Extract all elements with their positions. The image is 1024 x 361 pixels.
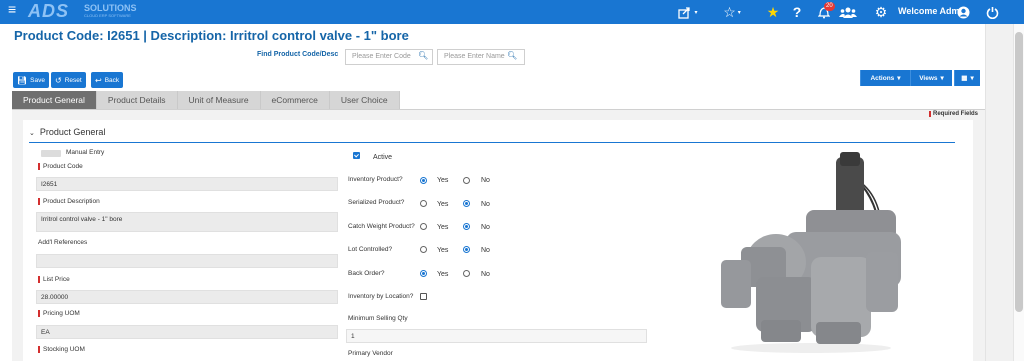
inventory-by-location-checkbox[interactable] [420,293,427,300]
inventory-product-yes-radio[interactable] [420,177,427,184]
tab-product-details[interactable]: Product Details [96,91,178,109]
serialized-yes-radio[interactable] [420,200,427,207]
print-menu-button[interactable]: ▦ ▾ [954,70,980,86]
bell-icon[interactable]: 20 [815,2,835,21]
addl-references-label: Add'l References [38,239,88,246]
users-icon[interactable] [837,3,859,21]
primary-vendor-label: Primary Vendor [348,350,393,357]
inventory-by-location-label: Inventory by Location? [348,293,414,300]
logo-subtext: SOLUTIONS [84,3,137,13]
tab-ecommerce[interactable]: eCommerce [260,91,330,109]
star-outline-icon[interactable]: ☆ ▾ [720,3,744,21]
search-icon[interactable]: 🔍︎ [418,51,428,60]
inventory-product-label: Inventory Product? [348,176,403,183]
stocking-uom-label: Stocking UOM [38,346,85,353]
manual-entry-toggle[interactable] [41,150,61,157]
no-label: No [481,201,490,208]
logo-tagline: CLOUD ERP SOFTWARE [84,13,131,18]
top-navbar: ≡ ADS SOLUTIONS CLOUD ERP SOFTWARE ▾ ☆ ▾ … [0,0,1024,24]
active-checkbox[interactable] [353,152,360,159]
save-icon: 💾︎ [17,75,28,85]
reset-button[interactable]: ↺ Reset [51,72,86,88]
lot-controlled-no-radio[interactable] [463,246,470,253]
catch-weight-yes-radio[interactable] [420,223,427,230]
serialized-no-radio[interactable] [463,200,470,207]
addl-references-field[interactable] [36,254,338,268]
min-selling-qty-label: Minimum Selling Qty [348,315,408,322]
back-order-no-radio[interactable] [463,270,470,277]
find-product-label: Find Product Code/Desc [257,51,339,58]
yes-label: Yes [437,224,449,231]
user-circle-icon[interactable] [956,3,970,21]
yes-label: Yes [437,177,449,184]
main-content: Product Code: I2651 | Description: Irrit… [0,24,985,361]
min-selling-qty-field[interactable]: 1 [346,329,647,343]
product-image [721,152,901,353]
list-price-label: List Price [38,276,70,283]
caret-down-icon: ▾ [897,75,901,82]
star-icon[interactable]: ★ [764,3,782,21]
yes-label: Yes [437,201,449,208]
tab-unit-of-measure[interactable]: Unit of Measure [177,91,261,109]
back-icon: ↩ [95,75,102,85]
tab-product-general[interactable]: Product General [12,91,97,109]
lot-controlled-label: Lot Controlled? [348,246,393,253]
views-button[interactable]: Views ▾ [910,70,952,86]
manual-entry-label: Manual Entry [66,149,105,156]
inventory-product-no-radio[interactable] [463,177,470,184]
menu-icon[interactable]: ≡ [8,1,16,17]
scrollbar-thumb[interactable] [1015,32,1023,312]
catch-weight-no-radio[interactable] [463,223,470,230]
no-label: No [481,224,490,231]
product-code-label: Product Code [38,163,83,170]
caret-down-icon: ▾ [940,75,944,82]
power-icon[interactable] [985,3,999,21]
company-logo[interactable]: ADS SOLUTIONS CLOUD ERP SOFTWARE [28,1,158,23]
actions-button[interactable]: Actions ▾ [860,70,910,86]
page-title: Product Code: I2651 | Description: Irrit… [14,28,409,43]
caret-down-icon: ▾ [970,75,974,82]
product-description-label: Product Description [38,198,100,205]
list-price-field[interactable]: 28.00000 [36,290,338,304]
no-label: No [481,271,490,278]
catch-weight-label: Catch Weight Product? [348,223,415,230]
product-code-field[interactable]: I2651 [36,177,338,191]
yes-label: Yes [437,247,449,254]
logo-text: ADS [28,1,70,21]
pricing-uom-field[interactable]: EA [36,325,338,339]
no-label: No [481,247,490,254]
tab-user-choice[interactable]: User Choice [329,91,400,109]
calendar-icon: ▦ [961,75,968,82]
help-icon[interactable]: ? [791,3,803,21]
notification-badge: 20 [824,2,835,11]
gear-icon[interactable]: ⚙ [874,3,888,21]
back-order-label: Back Order? [348,270,385,277]
reset-icon: ↺ [55,75,62,85]
no-label: No [481,177,490,184]
product-description-field[interactable]: Irritrol control valve - 1" bore [36,212,338,232]
page-scrollbar[interactable] [985,24,1024,361]
yes-label: Yes [437,271,449,278]
tab-bar: Product General Product Details Unit of … [12,91,400,109]
back-order-yes-radio[interactable] [420,270,427,277]
chevron-down-icon: ⌄ [29,130,35,137]
serialized-product-label: Serialized Product? [348,199,405,206]
required-fields-note: Required Fields [929,111,978,117]
share-icon[interactable]: ▾ [676,3,700,21]
search-icon[interactable]: 🔍︎ [507,51,517,60]
section-header[interactable]: ⌄ Product General [29,127,105,137]
save-button[interactable]: 💾︎ Save [13,72,49,88]
back-button[interactable]: ↩ Back [91,72,124,88]
pricing-uom-label: Pricing UOM [38,310,80,317]
active-label: Active [373,154,393,161]
lot-controlled-yes-radio[interactable] [420,246,427,253]
